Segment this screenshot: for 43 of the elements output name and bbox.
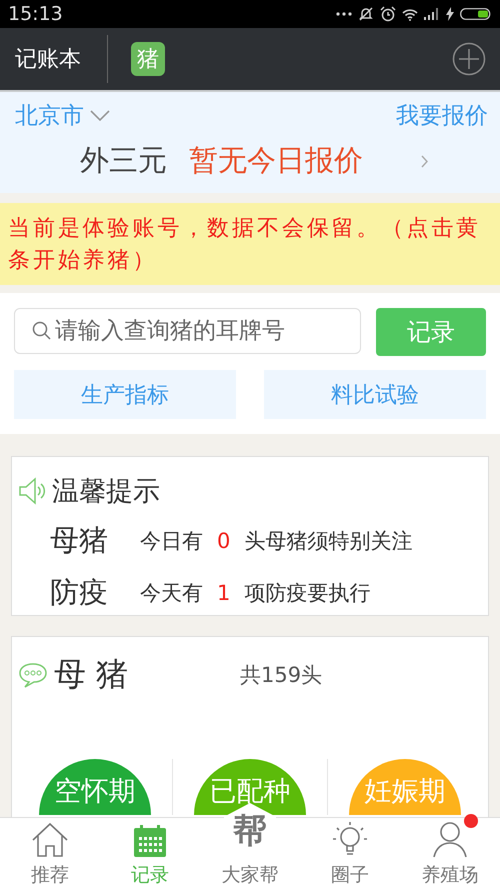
add-icon[interactable] [452,42,486,76]
chat-bubble-icon [18,662,48,688]
report-price-link[interactable]: 我要报价 [396,100,488,131]
signal-icon [424,8,440,20]
nav-tab[interactable]: 养殖场 [400,818,500,889]
tip-text: 项防疫要执行 [244,580,370,607]
price-status: 暂无今日报价 [189,142,363,179]
shortcut-button[interactable]: 生产指标 [14,370,236,419]
city-selector[interactable]: 北京市 [15,100,84,131]
tip-count: 1 [217,581,230,605]
card-title: 温馨提示 [52,475,160,509]
chevron-down-icon[interactable] [90,110,110,121]
tip-count: 0 [217,529,230,553]
muted-bell-icon [358,6,374,22]
pig-badge[interactable]: 猪 [131,42,165,76]
nav-tab[interactable]: 推荐 [0,818,100,889]
home-icon [31,822,69,858]
wifi-icon [402,8,418,20]
app-title: 记账本 [15,46,81,74]
record-button[interactable]: 记录 [376,308,486,356]
lightbulb-icon [331,820,369,858]
person-icon [431,820,469,858]
tip-category: 母猪 [50,522,109,559]
speaker-icon [18,477,48,505]
ear-tag-search-field[interactable]: 请输入查询猪的耳牌号 [14,308,361,354]
calendar-icon [133,824,167,858]
more-icon [336,12,352,16]
sow-total: 共159头 [240,662,322,689]
tip-category: 防疫 [50,574,109,611]
charging-icon [446,7,454,21]
nav-tab[interactable]: 记录 [100,818,200,889]
search-icon [32,321,52,341]
nav-tab[interactable]: 圈子 [300,818,400,889]
breed-name: 外三元 [80,142,167,179]
tip-text: 头母猪须特别关注 [244,528,412,555]
shortcut-button[interactable]: 料比试验 [264,370,486,419]
card-title: 母 猪 [54,654,130,695]
chevron-right-icon[interactable] [421,154,428,168]
tip-text: 今天有 [140,580,203,607]
status-time: 15:13 [8,3,63,25]
battery-icon [460,8,492,20]
tip-text: 今日有 [140,528,203,555]
alarm-clock-icon [380,6,396,22]
